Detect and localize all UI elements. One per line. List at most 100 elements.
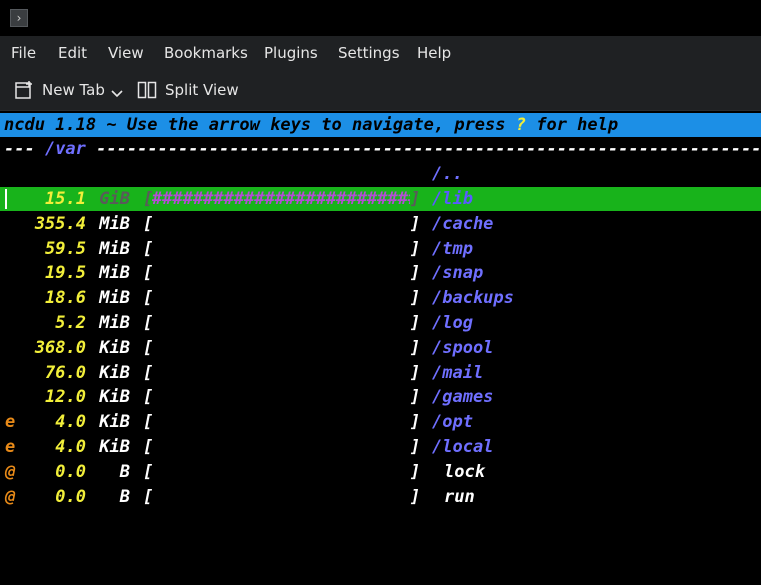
entry-unit: GiB bbox=[99, 189, 130, 209]
menu-bookmarks[interactable]: Bookmarks bbox=[164, 44, 248, 62]
bar-left-bracket: [ bbox=[143, 461, 154, 482]
ncdu-header: ncdu 1.18 ~ Use the arrow keys to naviga… bbox=[0, 113, 761, 137]
entry-row[interactable]: 19.5 MiB [] /snap bbox=[0, 261, 761, 285]
entry-name: /backups bbox=[432, 288, 514, 309]
entry-unit: B bbox=[119, 461, 130, 482]
path-dashes: ----------------------------------------… bbox=[96, 139, 761, 159]
current-path-line: --- /var -------------------------------… bbox=[0, 137, 761, 161]
usage-bar: ########################## bbox=[152, 189, 410, 209]
bar-right-bracket: ] bbox=[410, 189, 421, 209]
menu-help[interactable]: Help bbox=[417, 44, 451, 62]
entry-row[interactable]: 59.5 MiB [] /tmp bbox=[0, 237, 761, 261]
entry-flag: @ bbox=[5, 461, 16, 482]
entry-row[interactable]: e 4.0 KiB [] /local bbox=[0, 435, 761, 459]
bar-left-bracket: [ bbox=[143, 412, 154, 433]
entry-size: 15.1 bbox=[45, 189, 86, 209]
entry-row[interactable]: 368.0 KiB [] /spool bbox=[0, 336, 761, 360]
toolbar: New Tab Split View bbox=[0, 70, 761, 111]
entry-name: /local bbox=[432, 437, 494, 457]
entry-unit: KiB bbox=[99, 362, 130, 383]
bar-left-bracket: [ bbox=[143, 263, 154, 284]
entry-size: 368.0 bbox=[34, 337, 86, 358]
entry-name: /games bbox=[432, 387, 494, 408]
new-tab-icon bbox=[14, 80, 34, 100]
entry-name: lock bbox=[444, 461, 485, 482]
entry-name: run bbox=[444, 486, 475, 507]
entry-size: 59.5 bbox=[45, 238, 86, 259]
entry-row[interactable]: 5.2 MiB [] /log bbox=[0, 311, 761, 335]
entry-unit: MiB bbox=[99, 263, 130, 284]
menu-view[interactable]: View bbox=[108, 44, 144, 62]
bar-right-bracket: ] bbox=[410, 412, 421, 433]
entry-unit: MiB bbox=[99, 213, 130, 234]
entry-name: /tmp bbox=[432, 238, 473, 259]
parent-dir-row[interactable]: /.. bbox=[0, 162, 761, 186]
entry-unit: MiB bbox=[99, 238, 130, 259]
entry-size: 19.5 bbox=[45, 263, 86, 284]
header-text: ncdu 1.18 ~ Use the arrow keys to naviga… bbox=[4, 115, 516, 135]
entry-size: 4.0 bbox=[55, 437, 86, 457]
bar-left-bracket: [ bbox=[143, 486, 154, 507]
entry-row[interactable]: e 4.0 KiB [] /opt bbox=[0, 410, 761, 434]
entry-unit: MiB bbox=[99, 288, 130, 309]
entry-row[interactable]: 18.6 MiB [] /backups bbox=[0, 286, 761, 310]
entry-size: 0.0 bbox=[55, 461, 86, 482]
entry-size: 76.0 bbox=[45, 362, 86, 383]
bar-right-bracket: ] bbox=[410, 486, 421, 507]
bar-right-bracket: ] bbox=[410, 288, 421, 309]
entry-name: /snap bbox=[432, 263, 484, 284]
bar-left-bracket: [ bbox=[143, 437, 154, 457]
entry-name: /lib bbox=[432, 189, 473, 209]
header-text-end: for help bbox=[526, 115, 619, 135]
entry-row[interactable]: 12.0 KiB [] /games bbox=[0, 385, 761, 409]
chevron-down-icon[interactable] bbox=[111, 90, 123, 98]
entry-row[interactable]: @0.0 B [] lock bbox=[0, 460, 761, 484]
bar-right-bracket: ] bbox=[410, 387, 421, 408]
entry-row-selected[interactable]: 15.1 GiB[##########################]/lib bbox=[0, 187, 761, 211]
menu-plugins[interactable]: Plugins bbox=[264, 44, 318, 62]
help-key: ? bbox=[515, 115, 526, 135]
bar-left-bracket: [ bbox=[143, 313, 154, 333]
terminal-view[interactable]: ncdu 1.18 ~ Use the arrow keys to naviga… bbox=[0, 111, 761, 585]
entry-unit: KiB bbox=[99, 337, 130, 358]
entry-flag: e bbox=[5, 412, 16, 433]
window-titlebar: › bbox=[0, 0, 761, 36]
bar-right-bracket: ] bbox=[410, 263, 421, 284]
bar-left-bracket: [ bbox=[143, 238, 154, 259]
menu-settings[interactable]: Settings bbox=[338, 44, 400, 62]
bar-right-bracket: ] bbox=[410, 337, 421, 358]
split-view-label: Split View bbox=[165, 81, 239, 99]
terminal-icon[interactable]: › bbox=[10, 9, 28, 27]
bar-left-bracket: [ bbox=[143, 213, 154, 234]
entry-unit: KiB bbox=[99, 387, 130, 408]
entry-unit: MiB bbox=[99, 313, 130, 333]
entry-flag: @ bbox=[5, 486, 16, 507]
entry-name: /log bbox=[432, 313, 473, 333]
bar-left-bracket: [ bbox=[143, 387, 154, 408]
bar-left-bracket: [ bbox=[143, 362, 154, 383]
selection-marker bbox=[5, 189, 11, 209]
split-view-button[interactable]: Split View bbox=[137, 79, 239, 101]
entry-size: 355.4 bbox=[34, 213, 86, 234]
bar-right-bracket: ] bbox=[410, 213, 421, 234]
entry-size: 0.0 bbox=[55, 486, 86, 507]
entry-row[interactable]: 76.0 KiB [] /mail bbox=[0, 361, 761, 385]
entry-name: /opt bbox=[432, 412, 473, 433]
menu-file[interactable]: File bbox=[11, 44, 36, 62]
entry-row[interactable]: @0.0 B [] run bbox=[0, 485, 761, 509]
entry-size: 18.6 bbox=[45, 288, 86, 309]
bar-left-bracket: [ bbox=[143, 337, 154, 358]
entry-row[interactable]: 355.4 MiB [] /cache bbox=[0, 212, 761, 236]
entry-name: /spool bbox=[432, 337, 494, 358]
entry-name: /mail bbox=[432, 362, 484, 383]
current-path: /var bbox=[44, 139, 86, 159]
new-tab-button[interactable]: New Tab bbox=[14, 79, 123, 101]
entry-name: /.. bbox=[432, 164, 463, 184]
entry-size: 12.0 bbox=[45, 387, 86, 408]
menu-edit[interactable]: Edit bbox=[58, 44, 87, 62]
entry-unit: KiB bbox=[99, 437, 130, 457]
entry-size: 5.2 bbox=[55, 313, 86, 333]
bar-right-bracket: ] bbox=[410, 362, 421, 383]
entry-unit: B bbox=[119, 486, 130, 507]
bar-right-bracket: ] bbox=[410, 313, 421, 333]
